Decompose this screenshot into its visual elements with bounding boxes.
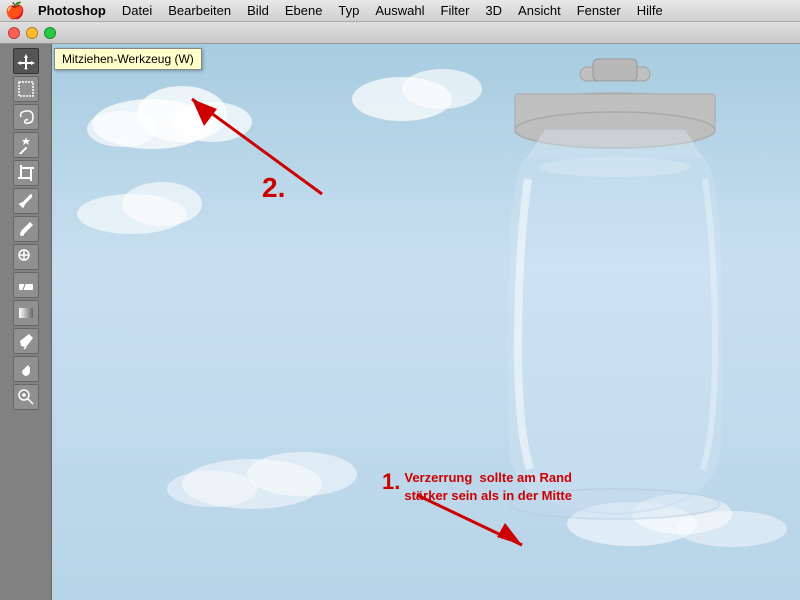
arrow-1 [407,485,537,555]
move-icon [17,52,35,70]
apple-menu[interactable]: 🍎 [0,1,30,21]
main-layout: Mitziehen-Werkzeug (W) [0,44,800,600]
menu-typ[interactable]: Typ [330,0,367,21]
menu-hilfe[interactable]: Hilfe [629,0,671,21]
menu-ansicht[interactable]: Ansicht [510,0,569,21]
menu-datei[interactable]: Datei [114,0,160,21]
maximize-button[interactable] [44,27,56,39]
zoom-tool[interactable] [13,384,39,410]
apple-icon: 🍎 [5,1,25,21]
eyedropper-icon [17,192,35,210]
gradient-tool[interactable] [13,300,39,326]
clone-tool[interactable] [13,244,39,270]
eraser-icon [17,276,35,294]
move-tool[interactable] [13,48,39,74]
close-button[interactable] [8,27,20,39]
pen-icon [17,332,35,350]
menu-3d[interactable]: 3D [477,0,510,21]
window-chrome [0,22,800,44]
minimize-button[interactable] [26,27,38,39]
eyedropper-tool[interactable] [13,188,39,214]
zoom-icon [17,388,35,406]
magic-wand-tool[interactable] [13,132,39,158]
tool-tooltip: Mitziehen-Werkzeug (W) [54,48,202,70]
menu-bar: 🍎 Photoshop Datei Bearbeiten Bild Ebene … [0,0,800,22]
brush-tool[interactable] [13,216,39,242]
hand-icon [17,360,35,378]
hand-tool[interactable] [13,356,39,382]
gradient-icon [17,304,35,322]
marquee-icon [17,80,35,98]
menu-bearbeiten[interactable]: Bearbeiten [160,0,239,21]
lasso-icon [17,108,35,126]
menu-bild[interactable]: Bild [239,0,277,21]
menu-ebene[interactable]: Ebene [277,0,331,21]
marquee-tool[interactable] [13,76,39,102]
pen-tool[interactable] [13,328,39,354]
menu-fenster[interactable]: Fenster [569,0,629,21]
toolbar: Mitziehen-Werkzeug (W) [0,44,52,600]
brush-icon [17,220,35,238]
lasso-tool[interactable] [13,104,39,130]
eraser-tool[interactable] [13,272,39,298]
clone-icon [17,248,35,266]
menu-auswahl[interactable]: Auswahl [367,0,432,21]
crop-icon [17,164,35,182]
crop-tool[interactable] [13,160,39,186]
canvas-area: 2. 1. Verzerrung sollte am Randstärker s… [52,44,800,600]
arrow-2 [162,84,342,204]
wand-icon [17,136,35,154]
menu-filter[interactable]: Filter [433,0,478,21]
menu-photoshop[interactable]: Photoshop [30,0,114,21]
